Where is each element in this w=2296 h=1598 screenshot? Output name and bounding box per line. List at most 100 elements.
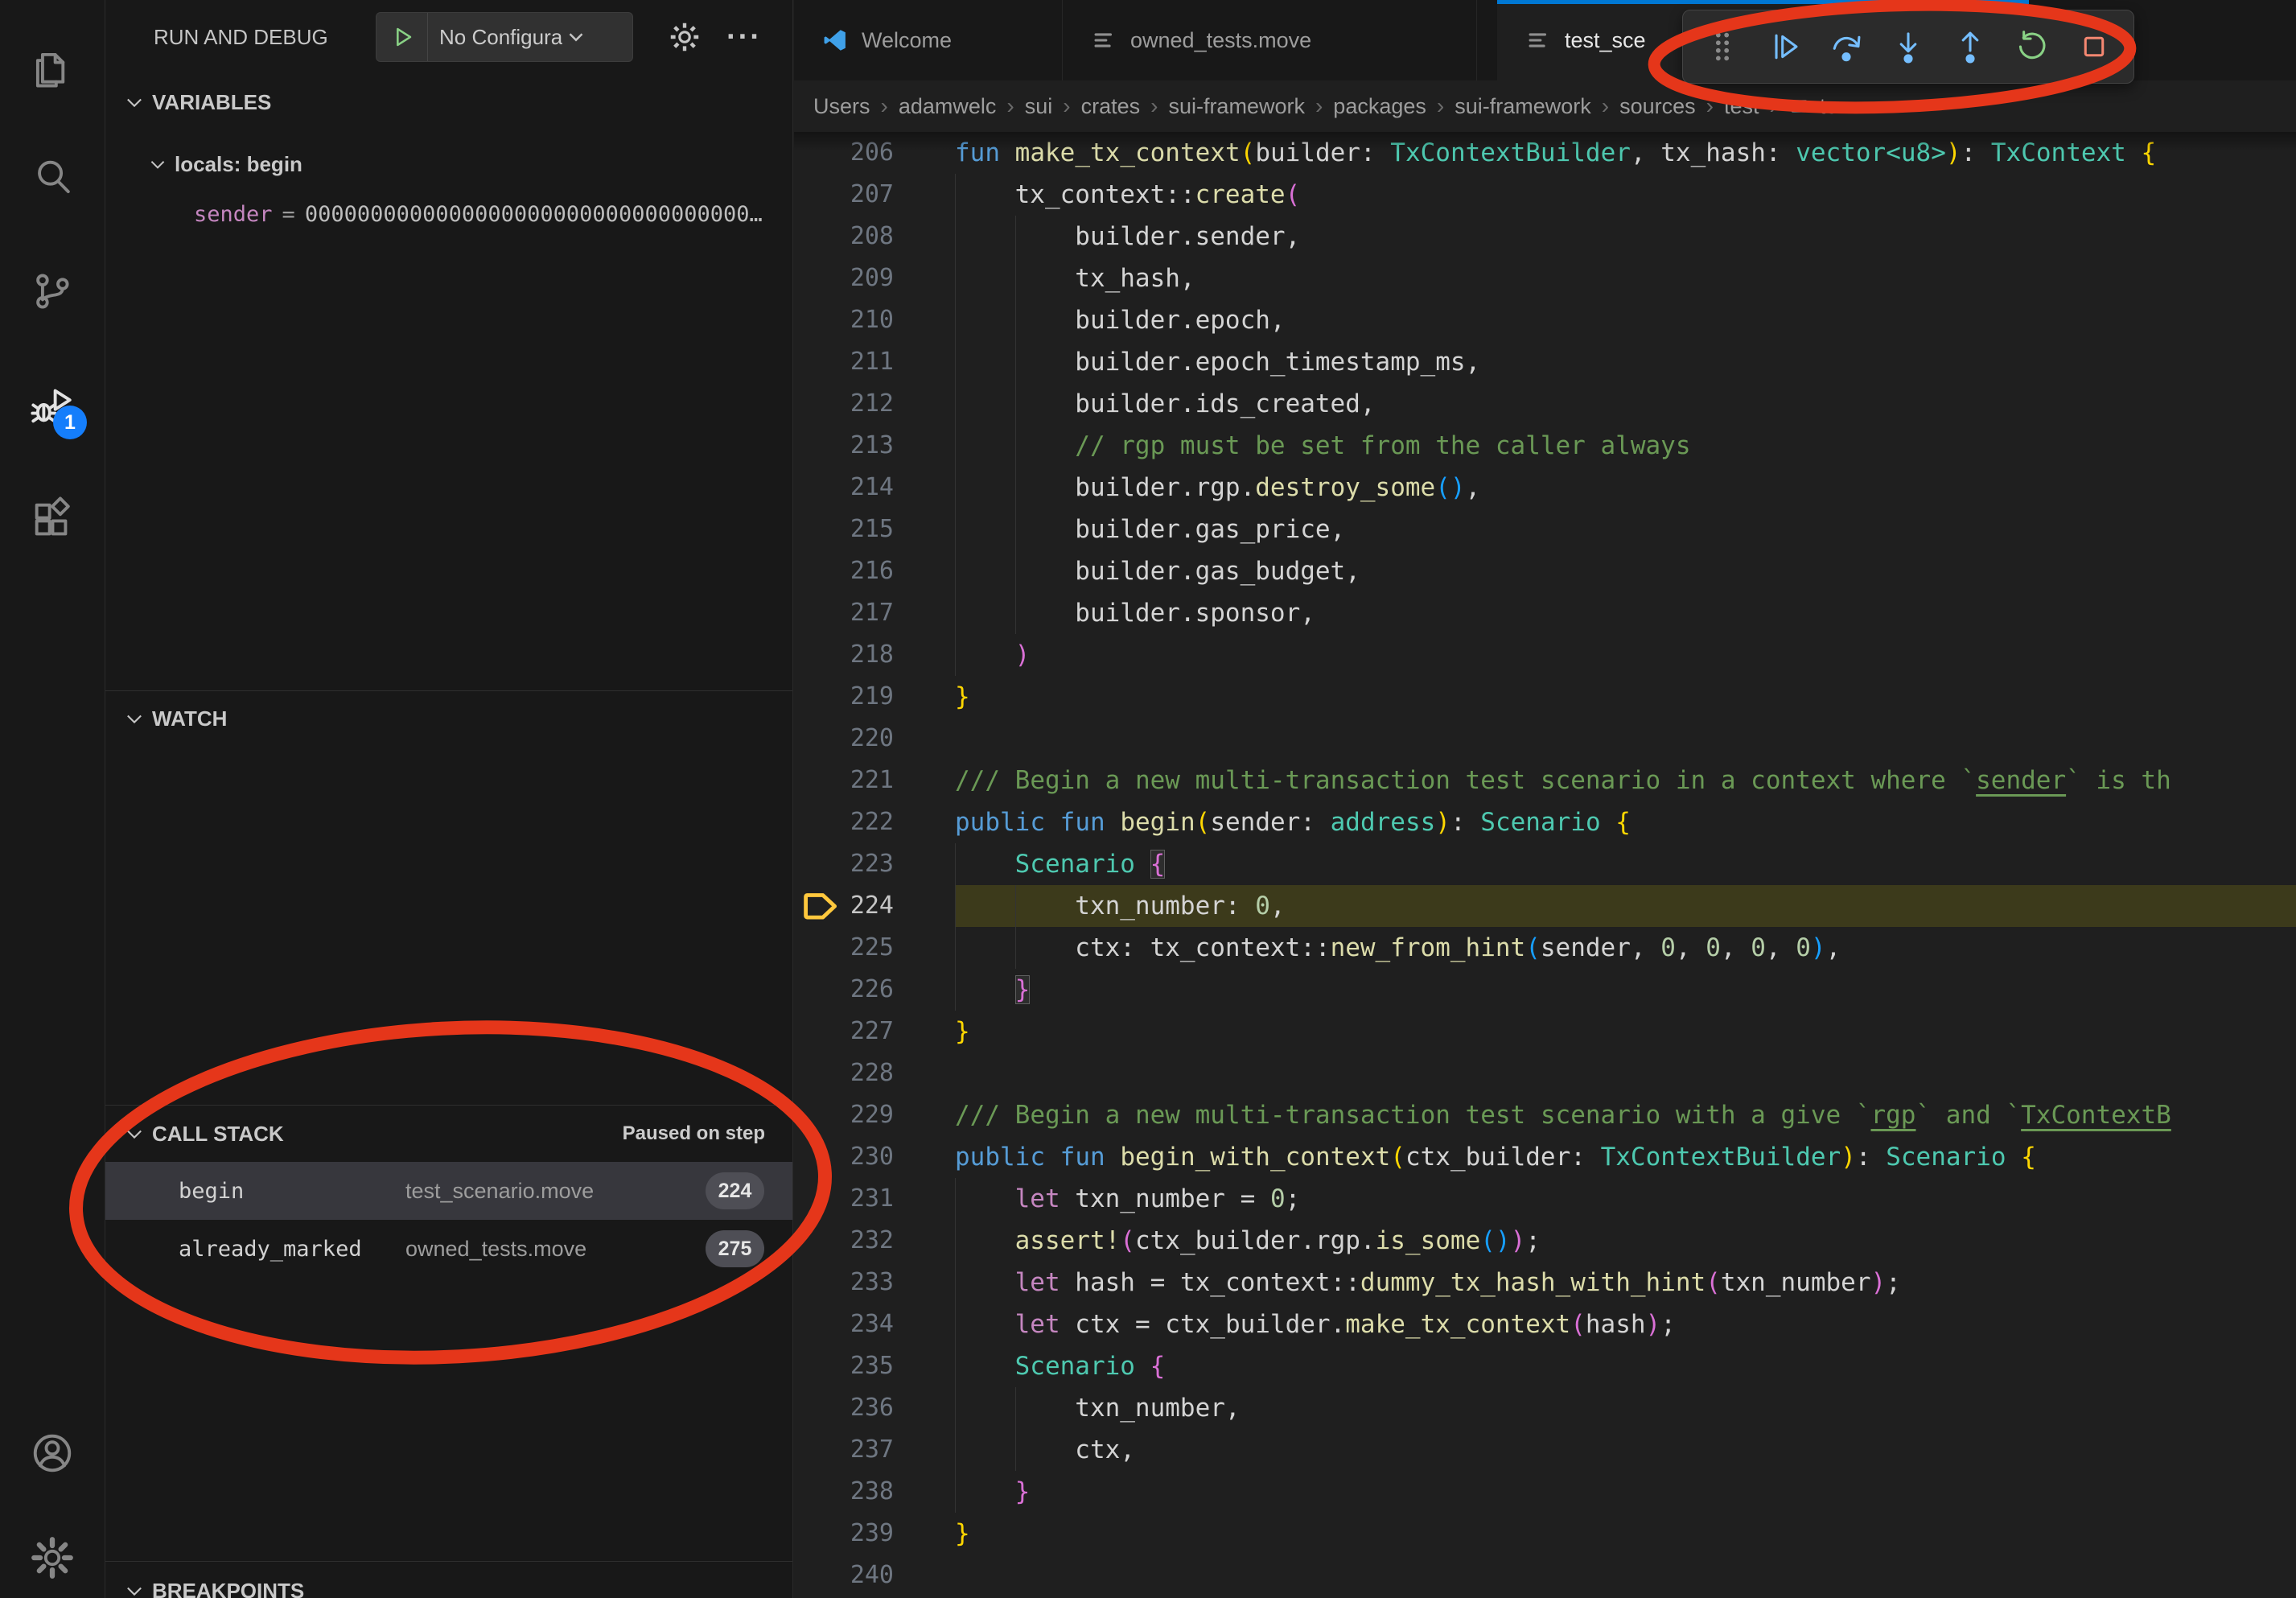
debug-restart-button[interactable] xyxy=(2010,23,2055,71)
breadcrumb-item[interactable]: test xyxy=(1724,94,1759,119)
code-line-223: 223Scenario { xyxy=(794,843,2296,885)
gutter-209[interactable]: 209 xyxy=(794,257,955,299)
breadcrumb-item[interactable]: sui-framework xyxy=(1168,94,1305,119)
gutter-227[interactable]: 227 xyxy=(794,1011,955,1052)
breadcrumb-item[interactable]: sui xyxy=(1025,94,1053,119)
gutter-224[interactable]: 224 xyxy=(794,885,955,927)
debug-stop-button[interactable] xyxy=(2072,23,2117,71)
gutter-211[interactable]: 211 xyxy=(794,341,955,383)
activity-bar: 1 xyxy=(0,0,105,1598)
activity-item-settings[interactable] xyxy=(0,1518,105,1598)
breadcrumb-item[interactable]: crates xyxy=(1081,94,1141,119)
start-debugging-icon[interactable] xyxy=(376,13,428,61)
gutter-236[interactable]: 236 xyxy=(794,1387,955,1429)
tab-Welcome[interactable]: Welcome xyxy=(794,0,1063,80)
line-number: 209 xyxy=(794,257,955,299)
code-token: Scenario xyxy=(1886,1143,2006,1172)
activity-item-search[interactable] xyxy=(0,137,105,217)
debug-step-out-button[interactable] xyxy=(1948,23,1993,71)
code-token: hash = tx_context:: xyxy=(1060,1268,1360,1297)
more-actions-icon[interactable]: ··· xyxy=(726,19,762,55)
breadcrumb-file[interactable]: te xyxy=(1788,94,1838,119)
line-content: } xyxy=(955,1471,2296,1513)
gutter-230[interactable]: 230 xyxy=(794,1136,955,1178)
settings-icon xyxy=(29,1534,76,1581)
debug-step-into-button[interactable] xyxy=(1886,23,1931,71)
line-content: public fun begin_with_context(ctx_builde… xyxy=(955,1136,2296,1178)
gutter-231[interactable]: 231 xyxy=(794,1178,955,1220)
activity-item-run-and-debug[interactable]: 1 xyxy=(0,364,105,444)
code-editor[interactable]: 206fun make_tx_context(builder: TxContex… xyxy=(794,132,2296,1598)
gutter-207[interactable]: 207 xyxy=(794,174,955,216)
gutter-223[interactable]: 223 xyxy=(794,843,955,885)
gutter-217[interactable]: 217 xyxy=(794,592,955,634)
line-number: 222 xyxy=(794,801,955,843)
gutter-234[interactable]: 234 xyxy=(794,1304,955,1345)
activity-item-account[interactable] xyxy=(0,1413,105,1493)
indent-guide xyxy=(955,1387,1015,1429)
stop-icon xyxy=(2076,28,2113,65)
gutter-232[interactable]: 232 xyxy=(794,1220,955,1262)
activity-item-source-control[interactable] xyxy=(0,251,105,332)
breadcrumb-item[interactable]: sui-framework xyxy=(1455,94,1591,119)
gutter-221[interactable]: 221 xyxy=(794,760,955,801)
breadcrumb-item[interactable]: packages xyxy=(1333,94,1426,119)
step-into-icon xyxy=(1890,28,1927,65)
line-content: builder.epoch, xyxy=(955,299,2296,341)
gutter-210[interactable]: 210 xyxy=(794,299,955,341)
gutter-239[interactable]: 239 xyxy=(794,1513,955,1555)
gutter-228[interactable]: 228 xyxy=(794,1052,955,1094)
gutter-226[interactable]: 226 xyxy=(794,969,955,1011)
activity-item-extensions[interactable] xyxy=(0,480,105,560)
gutter-213[interactable]: 213 xyxy=(794,425,955,467)
gutter-238[interactable]: 238 xyxy=(794,1471,955,1513)
debug-settings-gear-icon[interactable] xyxy=(667,19,702,59)
gutter-218[interactable]: 218 xyxy=(794,634,955,676)
activity-item-explorer[interactable] xyxy=(0,29,105,109)
gutter-222[interactable]: 222 xyxy=(794,801,955,843)
code-token: { xyxy=(2142,138,2157,167)
line-content xyxy=(955,1052,2296,1094)
breadcrumb-item[interactable]: adamwelc xyxy=(899,94,997,119)
line-number: 216 xyxy=(794,550,955,592)
code-token: txn_number = xyxy=(1060,1184,1270,1213)
gutter-225[interactable]: 225 xyxy=(794,927,955,969)
call-stack-section-header[interactable]: CALL STACK Paused on step xyxy=(105,1109,792,1159)
gutter-208[interactable]: 208 xyxy=(794,216,955,257)
debug-continue-button[interactable] xyxy=(1762,23,1807,71)
gutter-214[interactable]: 214 xyxy=(794,467,955,509)
line-number: 210 xyxy=(794,299,955,341)
gutter-216[interactable]: 216 xyxy=(794,550,955,592)
watch-section-header[interactable]: WATCH xyxy=(105,694,792,743)
gutter-235[interactable]: 235 xyxy=(794,1345,955,1387)
frame-function: begin xyxy=(179,1179,405,1204)
gutter-219[interactable]: 219 xyxy=(794,676,955,718)
gripper-icon xyxy=(1704,28,1741,65)
gutter-229[interactable]: 229 xyxy=(794,1094,955,1136)
gutter-240[interactable]: 240 xyxy=(794,1555,955,1596)
callstack-frame-already_marked[interactable]: already_markedowned_tests.move275 xyxy=(105,1220,792,1278)
breadcrumb-item[interactable]: sources xyxy=(1619,94,1696,119)
code-token: ) xyxy=(1646,1310,1661,1339)
code-line-224: 224txn_number: 0, xyxy=(794,885,2296,927)
tab-owned_tests.move[interactable]: owned_tests.move xyxy=(1063,0,1477,80)
gutter-237[interactable]: 237 xyxy=(794,1429,955,1471)
line-number: 226 xyxy=(794,969,955,1011)
variables-section-header[interactable]: VARIABLES xyxy=(105,77,792,127)
debug-gripper-handle[interactable] xyxy=(1700,23,1745,71)
gutter-206[interactable]: 206 xyxy=(794,132,955,174)
variable-row[interactable]: sender = 0000000000000000000000000000000… xyxy=(105,192,792,237)
callstack-frame-begin[interactable]: begintest_scenario.move224 xyxy=(105,1162,792,1220)
variables-scope-row[interactable]: locals: begin xyxy=(105,142,792,187)
gutter-220[interactable]: 220 xyxy=(794,718,955,760)
indent-guide xyxy=(955,634,1015,676)
debug-step-over-button[interactable] xyxy=(1824,23,1869,71)
breakpoints-section-header[interactable]: BREAKPOINTS xyxy=(105,1566,792,1598)
line-content: let txn_number = 0; xyxy=(955,1178,2296,1220)
gutter-233[interactable]: 233 xyxy=(794,1262,955,1304)
breadcrumb-item[interactable]: Users xyxy=(813,94,870,119)
indent-guide xyxy=(955,1220,1015,1262)
debug-configuration-dropdown[interactable]: No Configura xyxy=(376,12,633,62)
gutter-215[interactable]: 215 xyxy=(794,509,955,550)
gutter-212[interactable]: 212 xyxy=(794,383,955,425)
